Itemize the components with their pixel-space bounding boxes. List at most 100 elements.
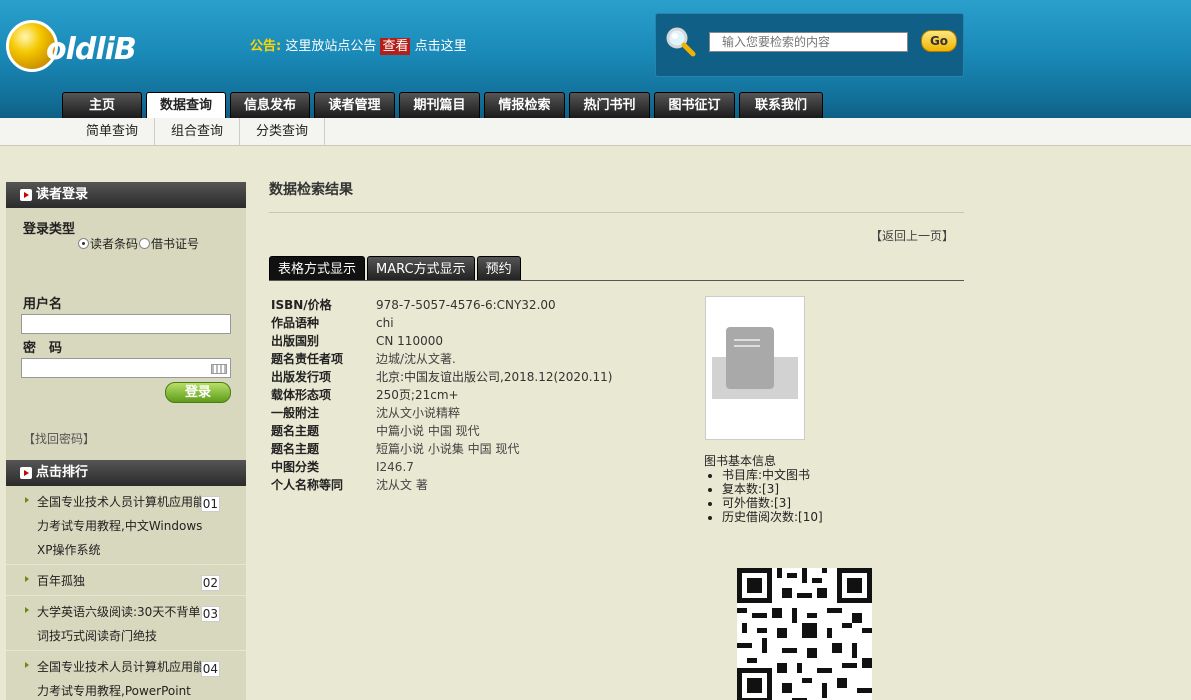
nav-hot-books[interactable]: 热门书刊 (569, 92, 650, 118)
rank-number: 02 (200, 575, 220, 591)
username-field[interactable] (21, 314, 231, 334)
table-row: 中图分类 I246.7 (271, 458, 612, 476)
subnav-simple-query[interactable]: 简单查询 (70, 118, 156, 146)
nav-info-publish[interactable]: 信息发布 (230, 92, 310, 118)
field-label: 题名主题 (271, 442, 320, 456)
login-type-label: 登录类型 (23, 222, 76, 237)
field-label: 题名责任者项 (271, 352, 344, 366)
book-info-item: 复本数:[3] (722, 482, 823, 496)
password-field[interactable] (21, 358, 231, 378)
book-icon (726, 327, 774, 389)
nav-journal-articles[interactable]: 期刊篇目 (399, 92, 480, 118)
tab-reserve[interactable]: 预约 (476, 256, 521, 280)
nav-home[interactable]: 主页 (62, 92, 142, 118)
nav-contact[interactable]: 联系我们 (739, 92, 823, 118)
search-box: Go (655, 13, 964, 77)
rank-item-title[interactable]: 全国专业技术人员计算机应用能力考试专用教程,中文Windows XP操作系统 (37, 490, 205, 562)
tab-marc-view[interactable]: MARC方式显示 (367, 256, 475, 280)
rank-panel-title: 点击排行 (6, 460, 246, 486)
reader-barcode-radio[interactable] (78, 238, 89, 249)
tab-divider (269, 280, 964, 281)
rank-list: 全国专业技术人员计算机应用能力考试专用教程,中文Windows XP操作系统 0… (6, 486, 246, 700)
sub-nav: 简单查询 组合查询 分类查询 (0, 118, 1191, 146)
nav-data-query[interactable]: 数据查询 (146, 92, 226, 118)
field-value[interactable]: 沈从文小说精粹 (376, 404, 460, 422)
username-label: 用户名 (23, 297, 63, 312)
subnav-category-query[interactable]: 分类查询 (240, 118, 326, 146)
sidebar: 读者登录 登录类型 读者条码 借书证号 用户名 密 码 登录 【找回密码】 点击… (6, 182, 246, 700)
field-value: 978-7-5057-4576-6:CNY32.00 (376, 298, 556, 312)
nav-reader-manage[interactable]: 读者管理 (314, 92, 395, 118)
magnifier-icon (666, 27, 696, 57)
login-panel-title: 读者登录 (6, 182, 246, 208)
goldlib-logo[interactable]: oldliB (6, 18, 166, 74)
field-label: 载体形态项 (271, 388, 332, 402)
table-row: 作品语种 chi (271, 314, 612, 332)
keyboard-icon[interactable] (211, 364, 227, 374)
list-item[interactable]: 大学英语六级阅读:30天不背单词技巧式阅读奇门绝技 03 (6, 596, 246, 651)
field-value: 250页;21cm+ (376, 388, 459, 402)
rank-item-title[interactable]: 大学英语六级阅读:30天不背单词技巧式阅读奇门绝技 (37, 600, 205, 648)
site-header: oldliB 公告: 这里放站点公告 查看 点击这里 Go 主页 数据查询 信息… (0, 0, 1191, 118)
back-link[interactable]: 【返回上一页】 (870, 227, 954, 244)
login-button[interactable]: 登录 (165, 382, 231, 403)
field-label: 出版发行项 (271, 370, 332, 384)
nav-book-order[interactable]: 图书征订 (654, 92, 735, 118)
find-password-link[interactable]: 【找回密码】 (23, 430, 95, 447)
triangle-bullet-icon (25, 497, 29, 503)
search-input[interactable] (709, 32, 908, 52)
rank-panel: 点击排行 全国专业技术人员计算机应用能力考试专用教程,中文Windows XP操… (6, 460, 246, 700)
library-card-radio[interactable] (139, 238, 151, 249)
table-row: ISBN/价格 978-7-5057-4576-6:CNY32.00 (271, 296, 612, 314)
rank-number: 04 (200, 661, 220, 677)
qr-code-icon (737, 568, 872, 700)
field-label: 个人名称等同 (271, 478, 344, 492)
record-table: ISBN/价格 978-7-5057-4576-6:CNY32.00 作品语种 ch… (271, 296, 612, 494)
book-info-item: 书目库:中文图书 (722, 468, 823, 482)
rank-number: 01 (200, 496, 220, 512)
table-row: 出版国别 CN 110000 (271, 332, 612, 350)
table-row: 题名主题 中篇小说 中国 现代 (271, 422, 612, 440)
field-value[interactable]: I246.7 (376, 458, 414, 476)
book-cover-placeholder (705, 296, 805, 440)
field-value: chi (376, 316, 394, 330)
rank-item-title[interactable]: 百年孤独 (37, 569, 205, 593)
book-info-item: 可外借数:[3] (722, 496, 823, 510)
go-button[interactable]: Go (921, 30, 957, 52)
login-type-options: 读者条码 借书证号 (78, 235, 200, 252)
field-value[interactable]: 边城/沈从文著. (376, 350, 456, 368)
notice-tail-link[interactable]: 点击这里 (410, 39, 467, 54)
triangle-bullet-icon (25, 607, 29, 613)
nav-intel-search[interactable]: 情报检索 (484, 92, 565, 118)
table-row: 载体形态项 250页;21cm+ (271, 386, 612, 404)
triangle-bullet-icon (25, 662, 29, 668)
list-item[interactable]: 百年孤独 02 (6, 565, 246, 596)
rank-item-title[interactable]: 全国专业技术人员计算机应用能力考试专用教程,PowerPoint 2003中文演… (37, 655, 205, 700)
field-label: ISBN/价格 (271, 298, 332, 312)
field-label: 题名主题 (271, 424, 320, 438)
field-value: CN 110000 (376, 334, 443, 348)
field-value[interactable]: 短篇小说 小说集 中国 现代 (376, 440, 519, 458)
field-value[interactable]: 中篇小说 中国 现代 (376, 422, 480, 440)
tab-table-view[interactable]: 表格方式显示 (269, 256, 366, 280)
reader-barcode-label: 读者条码 (90, 237, 139, 251)
site-notice: 公告: 这里放站点公告 查看 点击这里 (250, 35, 467, 55)
list-item[interactable]: 全国专业技术人员计算机应用能力考试专用教程,PowerPoint 2003中文演… (6, 651, 246, 700)
book-basic-info: 图书基本信息 书目库:中文图书 复本数:[3] 可外借数:[3] 历史借阅次数:… (704, 454, 823, 524)
subnav-combined-query[interactable]: 组合查询 (155, 118, 241, 146)
field-value[interactable]: 沈从文 著 (376, 476, 428, 494)
library-card-label: 借书证号 (151, 237, 200, 251)
book-info-item: 历史借阅次数:[10] (722, 510, 823, 524)
page-title: 数据检索结果 (269, 182, 353, 198)
display-tabs: 表格方式显示 MARC方式显示 预约 (269, 256, 523, 280)
login-title-text: 读者登录 (36, 187, 89, 202)
list-item[interactable]: 全国专业技术人员计算机应用能力考试专用教程,中文Windows XP操作系统 0… (6, 486, 246, 565)
notice-label: 公告: (250, 39, 282, 54)
table-row: 一般附注 沈从文小说精粹 (271, 404, 612, 422)
notice-view-link[interactable]: 查看 (380, 38, 411, 55)
logo-text: oldliB (46, 32, 137, 67)
password-label: 密 码 (23, 341, 63, 356)
table-row: 出版发行项 北京:中国友谊出版公司,2018.12(2020.11) (271, 368, 612, 386)
table-row: 题名责任者项 边城/沈从文著. (271, 350, 612, 368)
field-label: 作品语种 (271, 316, 320, 330)
